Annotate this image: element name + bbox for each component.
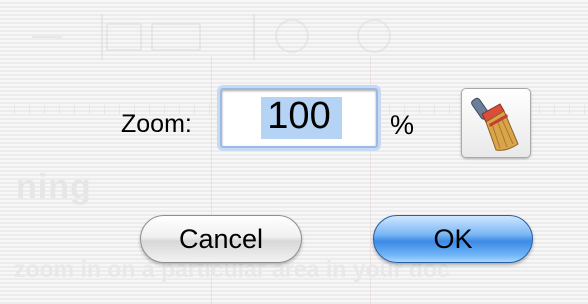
background-toolbar-icons (32, 14, 391, 60)
zoom-input[interactable] (220, 88, 378, 148)
clear-button[interactable] (461, 88, 531, 158)
background-heading: ning (16, 168, 92, 206)
percent-label: % (390, 110, 415, 140)
cancel-button[interactable]: Cancel (140, 215, 302, 263)
broom-icon (462, 94, 530, 152)
background-toolbar (22, 14, 582, 60)
zoom-label: Zoom: (121, 110, 192, 138)
ok-button[interactable]: OK (373, 215, 533, 263)
